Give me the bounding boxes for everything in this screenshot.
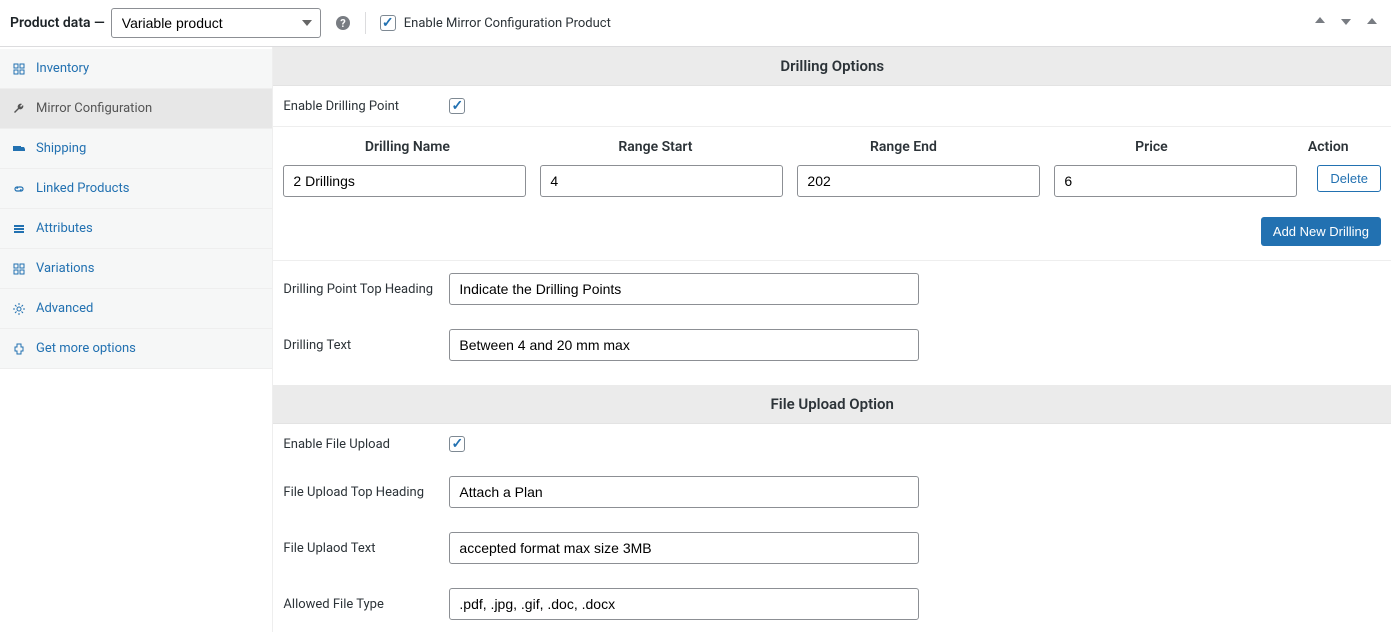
tab-label: Mirror Configuration: [36, 101, 152, 116]
drilling-options-header: Drilling Options: [273, 47, 1391, 86]
tab-label: Linked Products: [36, 181, 129, 196]
file-upload-text-input[interactable]: [449, 532, 919, 564]
tab-shipping[interactable]: Shipping: [0, 129, 272, 169]
enable-file-upload-checkbox[interactable]: [449, 436, 465, 452]
drilling-text-input[interactable]: [449, 329, 919, 361]
tab-advanced[interactable]: Advanced: [0, 289, 272, 329]
tab-get-more-options[interactable]: Get more options: [0, 329, 272, 369]
wrench-icon: [12, 102, 28, 116]
drilling-top-heading-label: Drilling Point Top Heading: [283, 282, 433, 297]
enable-drilling-label: Enable Drilling Point: [283, 99, 433, 114]
enable-file-upload-label: Enable File Upload: [283, 437, 433, 452]
file-upload-text-label: File Uplaod Text: [283, 541, 433, 556]
move-up-icon[interactable]: [1311, 12, 1329, 34]
range-end-input[interactable]: [797, 165, 1040, 197]
tab-label: Attributes: [36, 221, 93, 236]
move-down-icon[interactable]: [1337, 12, 1355, 34]
th-price: Price: [1027, 139, 1275, 155]
tab-variations[interactable]: Variations: [0, 249, 272, 289]
drilling-name-input[interactable]: [283, 165, 526, 197]
list-icon: [12, 222, 28, 236]
th-range-end: Range End: [779, 139, 1027, 155]
price-input[interactable]: [1054, 165, 1297, 197]
gear-icon: [12, 302, 28, 316]
product-type-select[interactable]: Variable product: [111, 8, 321, 38]
plugin-icon: [12, 342, 28, 356]
th-action: Action: [1275, 139, 1381, 155]
svg-text:?: ?: [340, 17, 346, 30]
toggle-panel-icon[interactable]: [1363, 12, 1381, 34]
link-icon: [12, 182, 28, 196]
grid-icon: [12, 262, 28, 276]
tab-label: Inventory: [36, 61, 89, 76]
range-start-input[interactable]: [540, 165, 783, 197]
inventory-icon: [12, 62, 28, 76]
tab-label: Variations: [36, 261, 94, 276]
tab-label: Get more options: [36, 341, 136, 356]
tab-mirror-configuration[interactable]: Mirror Configuration: [0, 89, 272, 129]
divider: [365, 12, 366, 34]
th-drilling-name: Drilling Name: [283, 139, 531, 155]
allowed-file-type-input[interactable]: [449, 588, 919, 620]
tab-linked-products[interactable]: Linked Products: [0, 169, 272, 209]
file-upload-top-heading-input[interactable]: [449, 476, 919, 508]
enable-drilling-checkbox[interactable]: [449, 98, 465, 114]
panel-title: Product data —: [10, 15, 105, 31]
help-icon[interactable]: ?: [335, 15, 351, 31]
product-data-tabs: Inventory Mirror Configuration Shipping …: [0, 47, 273, 632]
delete-button[interactable]: Delete: [1317, 165, 1381, 192]
tab-attributes[interactable]: Attributes: [0, 209, 272, 249]
drilling-text-label: Drilling Text: [283, 338, 433, 353]
tab-inventory[interactable]: Inventory: [0, 49, 272, 89]
enable-mirror-checkbox[interactable]: [380, 15, 396, 31]
allowed-file-type-label: Allowed File Type: [283, 597, 433, 612]
truck-icon: [12, 142, 28, 156]
enable-mirror-label: Enable Mirror Configuration Product: [404, 16, 611, 31]
file-upload-header: File Upload Option: [273, 385, 1391, 424]
file-upload-top-heading-label: File Upload Top Heading: [283, 485, 433, 500]
add-new-drilling-button[interactable]: Add New Drilling: [1261, 217, 1381, 246]
drilling-top-heading-input[interactable]: [449, 273, 919, 305]
th-range-start: Range Start: [531, 139, 779, 155]
tab-label: Shipping: [36, 141, 86, 156]
drilling-row: Delete: [283, 165, 1381, 209]
tab-label: Advanced: [36, 301, 93, 316]
